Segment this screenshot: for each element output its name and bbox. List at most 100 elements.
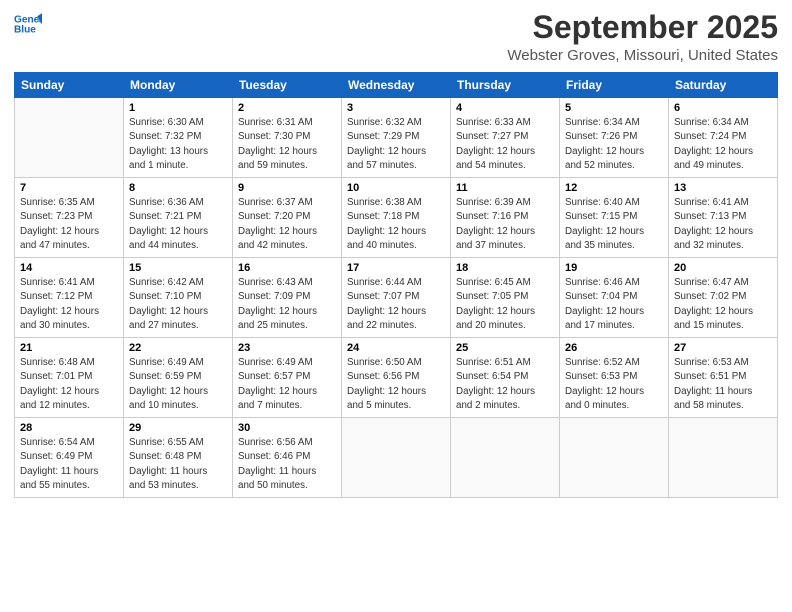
week-row-5: 28Sunrise: 6:54 AMSunset: 6:49 PMDayligh… — [15, 418, 778, 498]
day-number: 18 — [456, 262, 554, 274]
calendar-cell: 5 Sunrise: 6:34 AMSunset: 7:26 PMDaylight… — [560, 98, 669, 178]
calendar-cell: 25 Sunrise: 6:51 AMSunset: 6:54 PMDayligh… — [451, 338, 560, 418]
cell-content: Sunrise: 6:47 AMSunset: 7:02 PMDaylight:… — [674, 276, 772, 333]
cell-content: Sunrise: 6:51 AMSunset: 6:54 PMDaylight:… — [456, 356, 554, 413]
col-friday: Friday — [560, 73, 669, 98]
calendar-cell: 8 Sunrise: 6:36 AMSunset: 7:21 PMDaylight… — [124, 178, 233, 258]
day-number: 17 — [347, 262, 445, 274]
calendar-cell: 13Sunrise: 6:41 AMSunset: 7:13 PMDayligh… — [669, 178, 778, 258]
cell-content: Sunrise: 6:49 AMSunset: 6:59 PMDaylight:… — [129, 356, 227, 413]
logo: General Blue — [14, 10, 42, 38]
calendar-cell: 15 Sunrise: 6:42 AMSunset: 7:10 PMDayligh… — [124, 258, 233, 338]
day-number: 25 — [456, 342, 554, 354]
cell-content: Sunrise: 6:56 AMSunset: 6:46 PMDaylight:… — [238, 436, 336, 493]
day-number: 3 — [347, 102, 445, 114]
col-thursday: Thursday — [451, 73, 560, 98]
calendar-cell — [15, 98, 124, 178]
cell-content: Sunrise: 6:40 AMSunset: 7:15 PMDaylight:… — [565, 196, 663, 253]
calendar-cell — [669, 418, 778, 498]
day-number: 13 — [674, 182, 772, 194]
calendar-cell: 20 Sunrise: 6:47 AMSunset: 7:02 PMDayligh… — [669, 258, 778, 338]
cell-content: Sunrise: 6:53 AMSunset: 6:51 PMDaylight:… — [674, 356, 772, 413]
calendar-cell: 18 Sunrise: 6:45 AMSunset: 7:05 PMDayligh… — [451, 258, 560, 338]
day-number: 16 — [238, 262, 336, 274]
day-number: 23 — [238, 342, 336, 354]
day-number: 28 — [20, 422, 118, 434]
cell-content: Sunrise: 6:35 AMSunset: 7:23 PMDaylight:… — [20, 196, 118, 253]
location-title: Webster Groves, Missouri, United States — [507, 47, 778, 64]
calendar-cell: 19 Sunrise: 6:46 AMSunset: 7:04 PMDayligh… — [560, 258, 669, 338]
calendar-cell: 7Sunrise: 6:35 AMSunset: 7:23 PMDaylight… — [15, 178, 124, 258]
week-row-4: 21Sunrise: 6:48 AMSunset: 7:01 PMDayligh… — [15, 338, 778, 418]
calendar-cell: 9 Sunrise: 6:37 AMSunset: 7:20 PMDaylight… — [233, 178, 342, 258]
cell-content: Sunrise: 6:36 AMSunset: 7:21 PMDaylight:… — [129, 196, 227, 253]
cell-content: Sunrise: 6:50 AMSunset: 6:56 PMDaylight:… — [347, 356, 445, 413]
calendar-cell: 24Sunrise: 6:50 AMSunset: 6:56 PMDayligh… — [342, 338, 451, 418]
title-block: September 2025 Webster Groves, Missouri,… — [507, 10, 778, 64]
calendar-cell: 16 Sunrise: 6:43 AMSunset: 7:09 PMDayligh… — [233, 258, 342, 338]
day-number: 30 — [238, 422, 336, 434]
day-number: 27 — [674, 342, 772, 354]
day-number: 1 — [129, 102, 227, 114]
cell-content: Sunrise: 6:38 AMSunset: 7:18 PMDaylight:… — [347, 196, 445, 253]
cell-content: Sunrise: 6:41 AMSunset: 7:12 PMDaylight:… — [20, 276, 118, 333]
cell-content: Sunrise: 6:39 AMSunset: 7:16 PMDaylight:… — [456, 196, 554, 253]
week-row-1: 1 Sunrise: 6:30 AMSunset: 7:32 PMDaylight… — [15, 98, 778, 178]
calendar-cell: 28Sunrise: 6:54 AMSunset: 6:49 PMDayligh… — [15, 418, 124, 498]
day-number: 11 — [456, 182, 554, 194]
calendar: Sunday Monday Tuesday Wednesday Thursday… — [14, 72, 778, 498]
cell-content: Sunrise: 6:30 AMSunset: 7:32 PMDaylight:… — [129, 116, 227, 173]
cell-content: Sunrise: 6:31 AMSunset: 7:30 PMDaylight:… — [238, 116, 336, 173]
week-row-2: 7Sunrise: 6:35 AMSunset: 7:23 PMDaylight… — [15, 178, 778, 258]
calendar-cell: 23 Sunrise: 6:49 AMSunset: 6:57 PMDayligh… — [233, 338, 342, 418]
day-number: 5 — [565, 102, 663, 114]
cell-content: Sunrise: 6:49 AMSunset: 6:57 PMDaylight:… — [238, 356, 336, 413]
day-number: 8 — [129, 182, 227, 194]
day-number: 22 — [129, 342, 227, 354]
cell-content: Sunrise: 6:43 AMSunset: 7:09 PMDaylight:… — [238, 276, 336, 333]
calendar-cell — [560, 418, 669, 498]
cell-content: Sunrise: 6:34 AMSunset: 7:26 PMDaylight:… — [565, 116, 663, 173]
svg-text:Blue: Blue — [14, 25, 36, 36]
cell-content: Sunrise: 6:37 AMSunset: 7:20 PMDaylight:… — [238, 196, 336, 253]
calendar-cell: 11 Sunrise: 6:39 AMSunset: 7:16 PMDayligh… — [451, 178, 560, 258]
day-number: 21 — [20, 342, 118, 354]
week-row-3: 14 Sunrise: 6:41 AMSunset: 7:12 PMDayligh… — [15, 258, 778, 338]
day-number: 14 — [20, 262, 118, 274]
calendar-cell: 21Sunrise: 6:48 AMSunset: 7:01 PMDayligh… — [15, 338, 124, 418]
calendar-cell: 12Sunrise: 6:40 AMSunset: 7:15 PMDayligh… — [560, 178, 669, 258]
day-number: 9 — [238, 182, 336, 194]
cell-content: Sunrise: 6:44 AMSunset: 7:07 PMDaylight:… — [347, 276, 445, 333]
calendar-cell: 17 Sunrise: 6:44 AMSunset: 7:07 PMDayligh… — [342, 258, 451, 338]
calendar-cell: 2 Sunrise: 6:31 AMSunset: 7:30 PMDaylight… — [233, 98, 342, 178]
day-number: 2 — [238, 102, 336, 114]
calendar-cell: 4Sunrise: 6:33 AMSunset: 7:27 PMDaylight… — [451, 98, 560, 178]
header: General Blue September 2025 Webster Grov… — [14, 10, 778, 64]
col-saturday: Saturday — [669, 73, 778, 98]
day-number: 20 — [674, 262, 772, 274]
calendar-cell: 27 Sunrise: 6:53 AMSunset: 6:51 PMDayligh… — [669, 338, 778, 418]
cell-content: Sunrise: 6:33 AMSunset: 7:27 PMDaylight:… — [456, 116, 554, 173]
cell-content: Sunrise: 6:46 AMSunset: 7:04 PMDaylight:… — [565, 276, 663, 333]
day-number: 29 — [129, 422, 227, 434]
logo-icon: General Blue — [14, 10, 42, 38]
calendar-cell — [451, 418, 560, 498]
cell-content: Sunrise: 6:45 AMSunset: 7:05 PMDaylight:… — [456, 276, 554, 333]
calendar-cell: 14 Sunrise: 6:41 AMSunset: 7:12 PMDayligh… — [15, 258, 124, 338]
cell-content: Sunrise: 6:55 AMSunset: 6:48 PMDaylight:… — [129, 436, 227, 493]
calendar-cell: 10Sunrise: 6:38 AMSunset: 7:18 PMDayligh… — [342, 178, 451, 258]
calendar-cell: 6 Sunrise: 6:34 AMSunset: 7:24 PMDaylight… — [669, 98, 778, 178]
calendar-cell: 3 Sunrise: 6:32 AMSunset: 7:29 PMDaylight… — [342, 98, 451, 178]
col-tuesday: Tuesday — [233, 73, 342, 98]
day-number: 6 — [674, 102, 772, 114]
cell-content: Sunrise: 6:34 AMSunset: 7:24 PMDaylight:… — [674, 116, 772, 173]
col-sunday: Sunday — [15, 73, 124, 98]
cell-content: Sunrise: 6:32 AMSunset: 7:29 PMDaylight:… — [347, 116, 445, 173]
col-monday: Monday — [124, 73, 233, 98]
calendar-cell: 22 Sunrise: 6:49 AMSunset: 6:59 PMDayligh… — [124, 338, 233, 418]
day-number: 19 — [565, 262, 663, 274]
calendar-cell: 29 Sunrise: 6:55 AMSunset: 6:48 PMDayligh… — [124, 418, 233, 498]
day-number: 15 — [129, 262, 227, 274]
day-number: 26 — [565, 342, 663, 354]
cell-content: Sunrise: 6:42 AMSunset: 7:10 PMDaylight:… — [129, 276, 227, 333]
